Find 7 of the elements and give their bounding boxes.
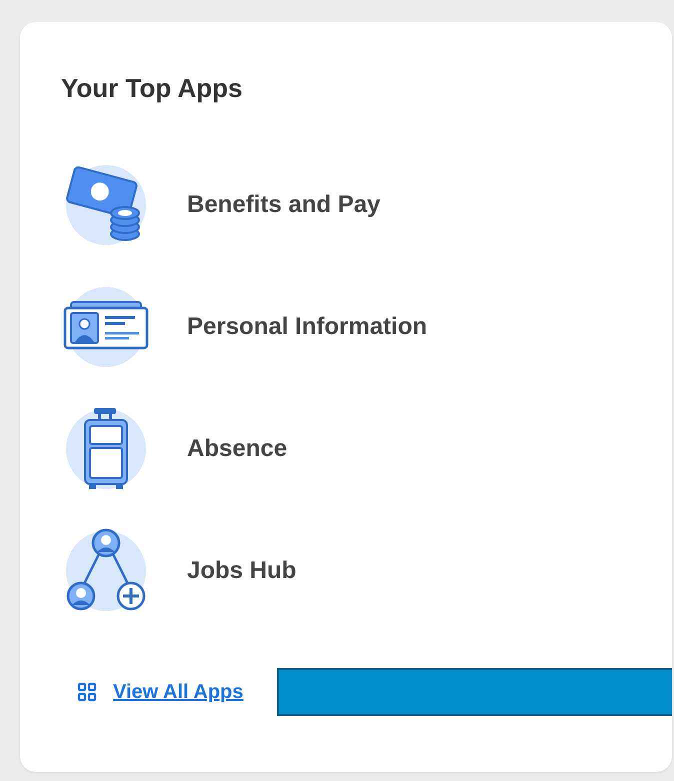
app-link[interactable]: Benefits and Pay [187, 191, 380, 219]
app-link[interactable]: Absence [187, 435, 288, 463]
view-all-apps-link[interactable]: View All Apps [113, 680, 244, 704]
app-link[interactable]: Jobs Hub [187, 557, 296, 585]
grid-icon [77, 682, 97, 702]
card-title: Your Top Apps [61, 72, 244, 104]
app-link[interactable]: Personal Information [187, 313, 428, 341]
